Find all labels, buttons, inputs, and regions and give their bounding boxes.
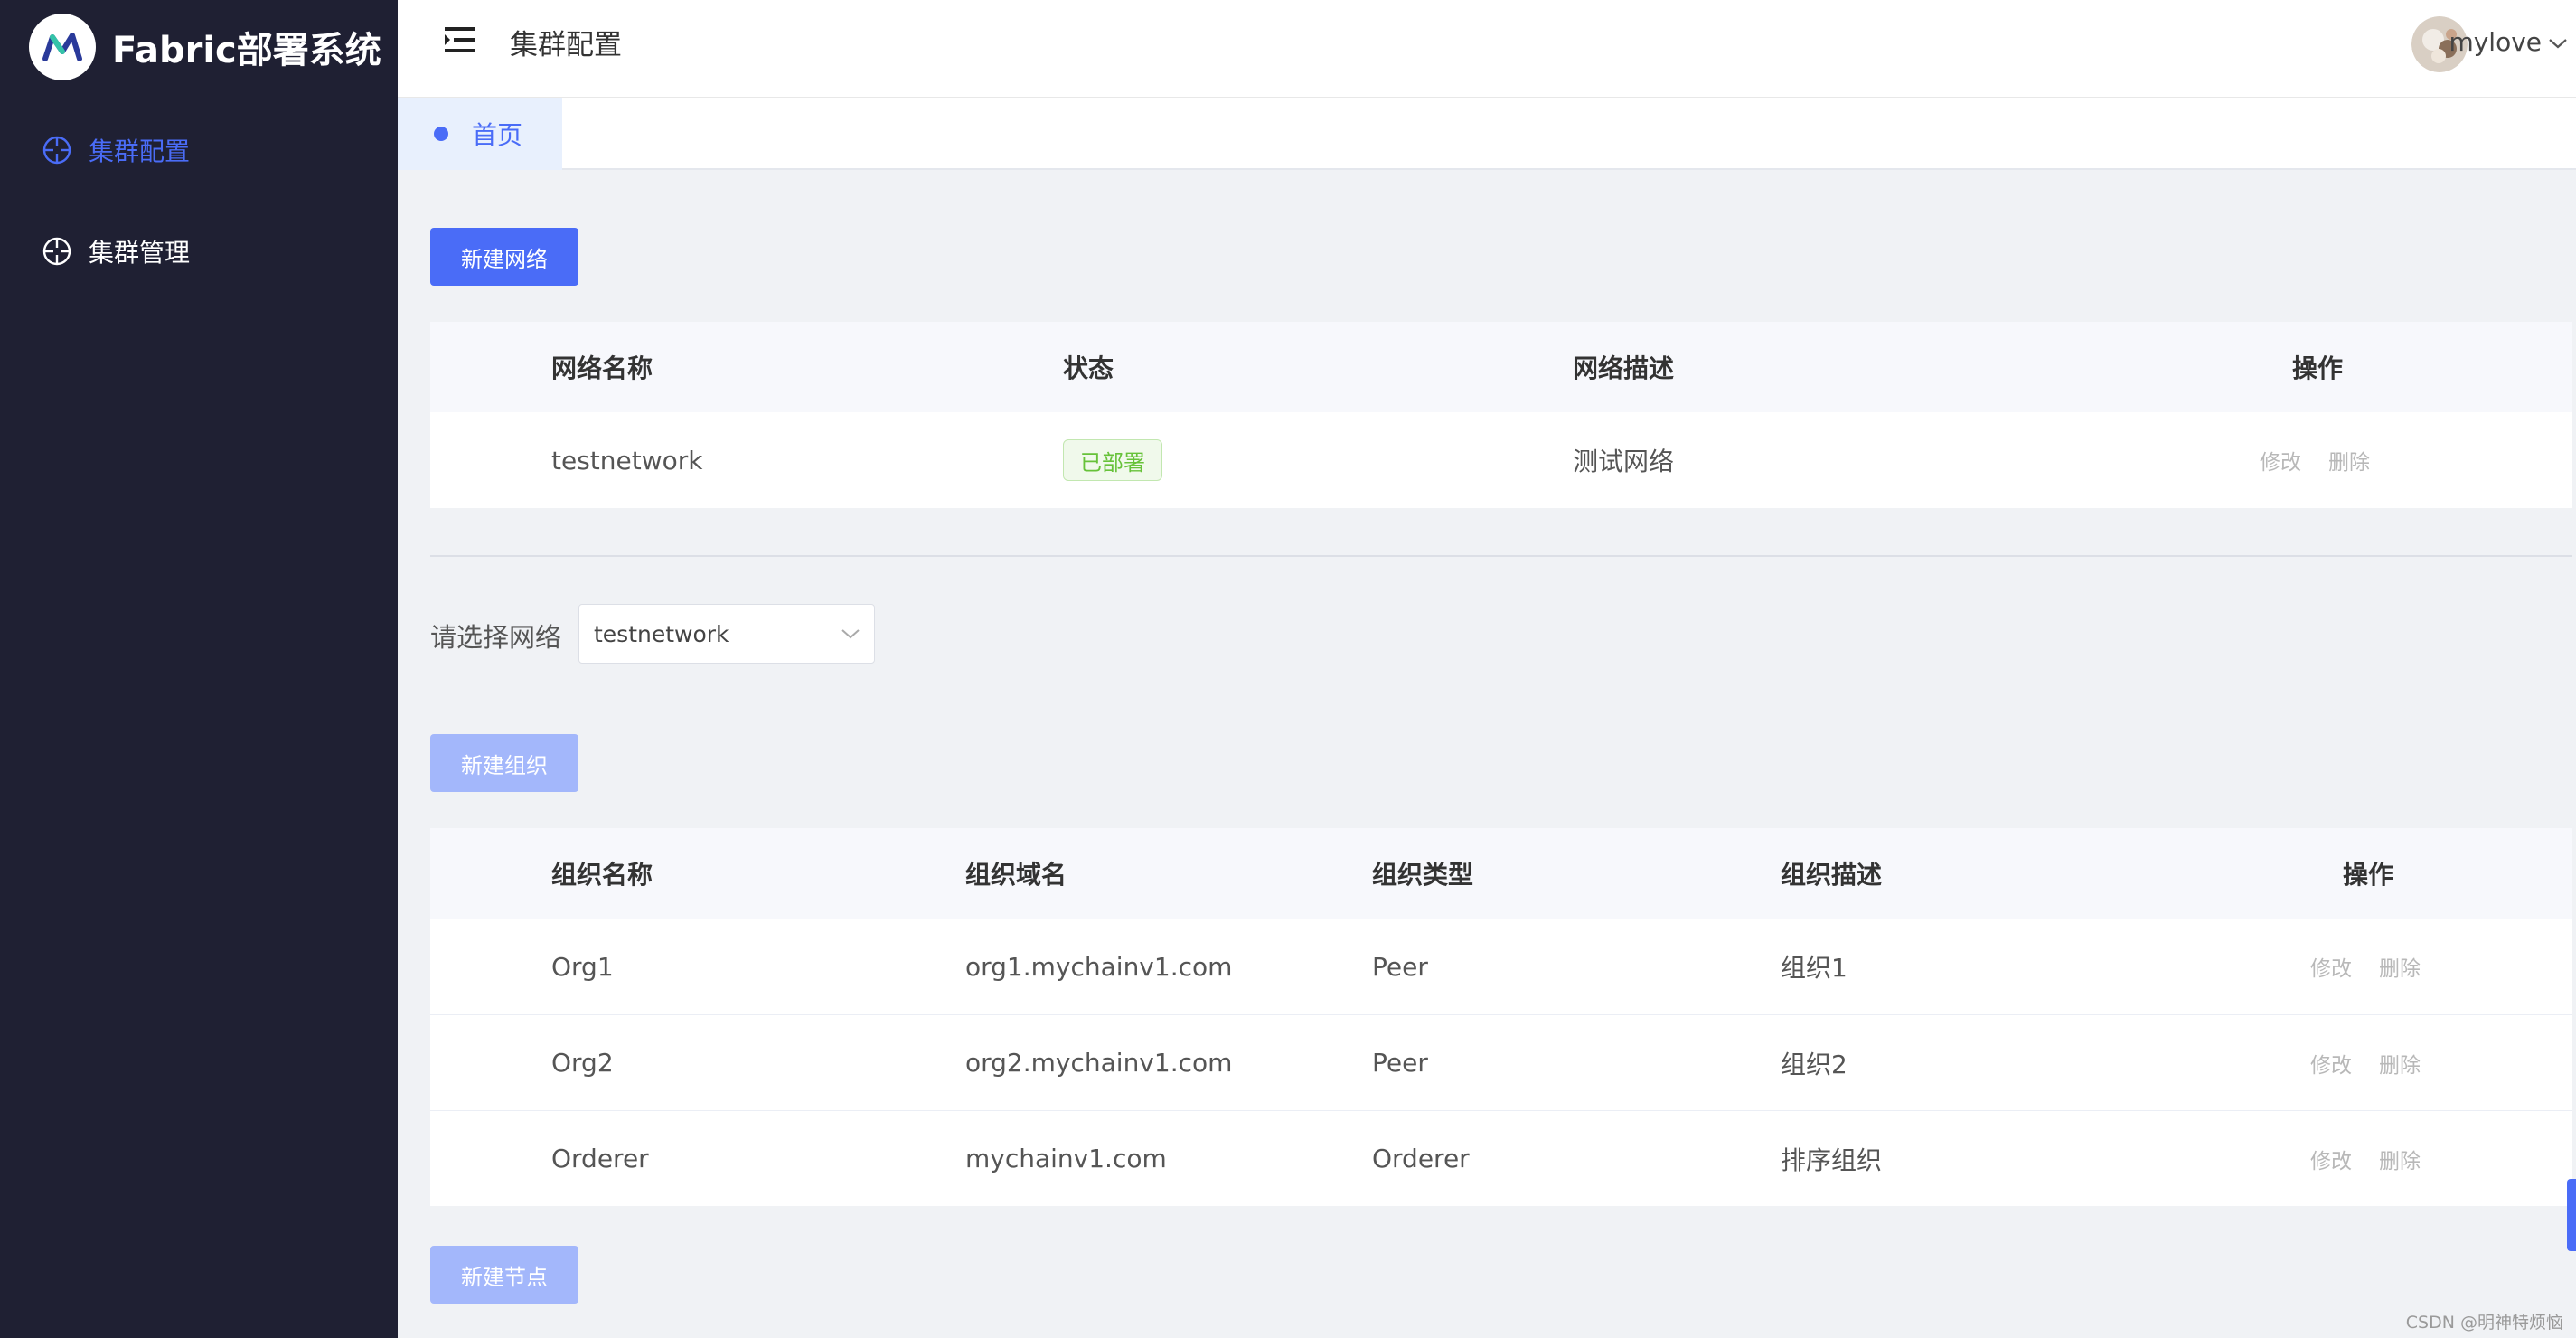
hamburger-icon[interactable] [441, 24, 477, 56]
column-header: 状态 [1063, 353, 1114, 383]
status-badge: 已部署 [1063, 439, 1162, 481]
org-description: 组织2 [1781, 1049, 1847, 1079]
network-select[interactable]: testnetwork [578, 604, 875, 664]
table-row: Org2 org2.mychainv1.com Peer 组织2 修改 删除 [430, 1014, 2572, 1110]
column-header: 网络描述 [1573, 353, 1675, 383]
actions-cell: 修改 删除 [2310, 919, 2448, 1014]
top-header: 集群配置 mylove [398, 0, 2576, 98]
table-row: Org1 org1.mychainv1.com Peer 组织1 修改 删除 [430, 919, 2572, 1014]
column-header: 网络名称 [551, 353, 653, 383]
org-type: Peer [1372, 951, 1428, 982]
username[interactable]: mylove [2449, 27, 2542, 57]
new-org-button[interactable]: 新建组织 [430, 734, 578, 792]
scrollbar-thumb[interactable] [2567, 1179, 2576, 1251]
chevron-down-icon [841, 629, 860, 639]
active-dot-icon [434, 127, 448, 141]
org-type: Orderer [1372, 1144, 1470, 1173]
org-domain: org1.mychainv1.com [965, 951, 1233, 982]
watermark: CSDN @明神特烦恼 [2405, 1313, 2563, 1333]
org-domain: org2.mychainv1.com [965, 1048, 1233, 1078]
new-network-button[interactable]: 新建网络 [430, 228, 578, 286]
network-description: 测试网络 [1573, 447, 1675, 476]
column-header: 组织域名 [965, 860, 1067, 890]
table-row: Orderer mychainv1.com Orderer 排序组织 修改 删除 [430, 1110, 2572, 1206]
tab-label: 首页 [472, 120, 523, 150]
sidebar: Fabric部署系统 集群配置 集群管理 [0, 0, 398, 1338]
app-logo-icon [29, 14, 96, 80]
edit-link[interactable]: 修改 [2310, 1144, 2352, 1174]
table-row: testnetwork 已部署 测试网络 修改 删除 [430, 412, 2572, 508]
org-domain: mychainv1.com [965, 1144, 1167, 1173]
org-table: 组织名称 组织域名 组织类型 组织描述 操作 Org1 org1.mychain… [430, 828, 2572, 1206]
org-description: 组织1 [1781, 953, 1847, 983]
delete-link[interactable]: 删除 [2328, 445, 2370, 476]
sidebar-item-label: 集群配置 [89, 137, 191, 166]
brand[interactable]: Fabric部署系统 [29, 13, 381, 81]
divider [430, 555, 2572, 557]
network-table: 网络名称 状态 网络描述 操作 testnetwork 已部署 测试网络 修改 … [430, 322, 2572, 508]
org-name: Org1 [551, 951, 614, 982]
edit-link[interactable]: 修改 [2310, 951, 2352, 982]
edit-link[interactable]: 修改 [2310, 1048, 2352, 1079]
column-header: 组织描述 [1781, 860, 1883, 890]
column-header: 组织类型 [1372, 860, 1474, 890]
tab-bar: 首页 [398, 98, 2576, 170]
table-header: 组织名称 组织域名 组织类型 组织描述 操作 [430, 828, 2572, 919]
new-node-button[interactable]: 新建节点 [430, 1246, 578, 1304]
delete-link[interactable]: 删除 [2379, 951, 2421, 982]
column-header: 操作 [2343, 860, 2394, 890]
org-description: 排序组织 [1781, 1145, 1883, 1175]
sidebar-item-cluster-config[interactable]: 集群配置 [42, 123, 190, 177]
crosshair-icon [42, 237, 71, 266]
column-header: 操作 [2292, 353, 2344, 383]
sidebar-item-label: 集群管理 [89, 238, 191, 268]
org-type: Peer [1372, 1048, 1428, 1078]
actions-cell: 修改 删除 [2310, 1015, 2448, 1110]
status-cell: 已部署 [1063, 412, 1162, 508]
edit-link[interactable]: 修改 [2260, 445, 2301, 476]
page-title: 集群配置 [510, 29, 622, 61]
org-name: Org2 [551, 1048, 614, 1078]
network-name: testnetwork [551, 445, 703, 476]
select-value: testnetwork [594, 621, 729, 647]
actions-cell: 修改 删除 [2310, 1111, 2448, 1206]
app-title: Fabric部署系统 [112, 30, 381, 71]
sidebar-item-cluster-manage[interactable]: 集群管理 [42, 224, 190, 278]
tab-home[interactable]: 首页 [398, 98, 562, 170]
actions-cell: 修改 删除 [2260, 412, 2397, 508]
crosshair-icon [42, 136, 71, 165]
table-header: 网络名称 状态 网络描述 操作 [430, 322, 2572, 412]
network-select-label: 请选择网络 [430, 622, 562, 653]
org-name: Orderer [551, 1144, 649, 1173]
delete-link[interactable]: 删除 [2379, 1144, 2421, 1174]
delete-link[interactable]: 删除 [2379, 1048, 2421, 1079]
chevron-down-icon[interactable] [2547, 36, 2569, 51]
column-header: 组织名称 [551, 860, 653, 890]
